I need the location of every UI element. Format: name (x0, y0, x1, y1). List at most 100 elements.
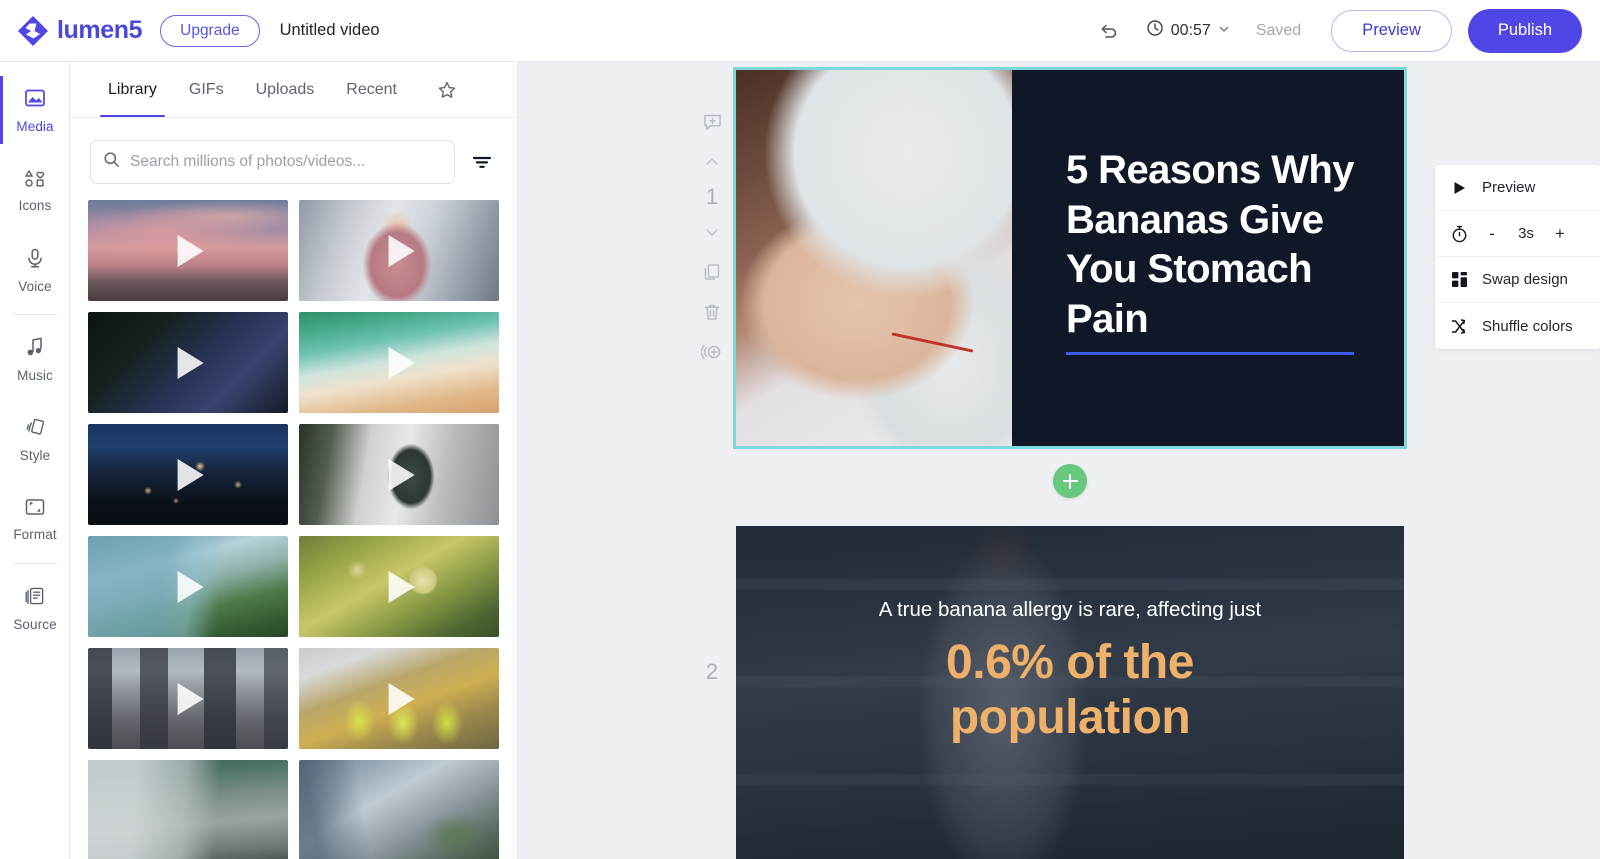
scene-number: 2 (705, 659, 719, 684)
scene-2-slide[interactable]: A true banana allergy is rare, affecting… (736, 526, 1404, 859)
add-comment-icon[interactable] (692, 102, 732, 142)
sidebar-item-voice[interactable]: Voice (0, 230, 70, 310)
preview-button[interactable]: Preview (1331, 9, 1452, 52)
duplicate-scene-button[interactable] (692, 252, 732, 292)
play-icon (177, 234, 204, 267)
clock-icon (1146, 19, 1164, 42)
left-nav-rail: Media Icons Voice Music Style Format Sou… (0, 62, 70, 859)
sidebar-item-label: Media (16, 118, 54, 134)
move-scene-up-button[interactable] (692, 142, 732, 182)
scene-1-accent-rule (1066, 352, 1354, 355)
media-thumb-turquoise-ocean-waves-sand[interactable] (299, 312, 499, 413)
shuffle-colors-button[interactable]: Shuffle colors (1435, 303, 1600, 349)
swap-design-button[interactable]: Swap design (1435, 257, 1600, 303)
shuffle-icon (1450, 318, 1469, 335)
media-thumb-aerial-city-bridge[interactable] (88, 760, 288, 859)
music-note-icon (25, 336, 45, 363)
add-audio-icon[interactable] (692, 332, 732, 372)
microphone-icon (24, 247, 46, 274)
video-title[interactable]: Untitled video (280, 21, 380, 40)
chevron-down-icon (1218, 22, 1230, 40)
undo-button[interactable] (1090, 12, 1128, 50)
aspect-ratio-icon (24, 497, 46, 522)
search-icon (103, 151, 120, 173)
sidebar-item-label: Voice (18, 278, 52, 294)
play-icon (388, 682, 415, 715)
tab-library[interactable]: Library (92, 63, 173, 117)
media-thumb-city-crossing-crowd[interactable] (88, 648, 288, 749)
sidebar-item-style[interactable]: Style (0, 399, 70, 479)
media-thumb-woman-in-pink-blazer-phone[interactable] (299, 200, 499, 301)
grid-layout-icon (1450, 271, 1469, 288)
publish-button[interactable]: Publish (1467, 8, 1582, 53)
move-scene-down-button[interactable] (692, 212, 732, 252)
play-icon (177, 458, 204, 491)
sidebar-item-format[interactable]: Format (0, 479, 70, 559)
scene-preview-label: Preview (1482, 179, 1536, 196)
sidebar-item-media[interactable]: Media (0, 70, 70, 150)
duration-value: 00:57 (1170, 21, 1211, 39)
media-thumb-aerial-downtown-towers[interactable] (299, 760, 499, 859)
scene-1-slide[interactable]: 5 Reasons Why Bananas Give You Stomach P… (733, 67, 1407, 449)
add-scene-button[interactable] (1053, 464, 1087, 498)
scene-duration-row: - 3s + (1435, 211, 1600, 257)
sidebar-item-label: Format (13, 526, 57, 542)
play-icon (177, 682, 204, 715)
duration-increase-button[interactable]: + (1550, 224, 1570, 244)
library-panel: Library GIFs Uploads Recent (70, 62, 518, 859)
play-icon (388, 458, 415, 491)
play-icon (177, 570, 204, 603)
sidebar-item-label: Source (13, 616, 57, 632)
play-triangle-icon (1450, 181, 1469, 195)
sidebar-item-label: Style (19, 447, 51, 463)
search-input[interactable] (130, 153, 442, 171)
sidebar-item-label: Icons (18, 197, 52, 213)
star-icon[interactable] (423, 63, 471, 117)
delete-scene-button[interactable] (692, 292, 732, 332)
rail-divider (12, 314, 57, 315)
shuffle-colors-label: Shuffle colors (1482, 317, 1573, 335)
media-thumb-fjord-river-green-valley[interactable] (88, 536, 288, 637)
media-thumb-yellow-flowers-closeup[interactable] (299, 536, 499, 637)
brand-name: lumen5 (57, 16, 143, 44)
sidebar-item-icons[interactable]: Icons (0, 150, 70, 230)
play-icon (177, 346, 204, 379)
header-actions: 00:57 Saved Preview Publish (1090, 8, 1582, 53)
swap-design-label: Swap design (1482, 271, 1568, 288)
search-box[interactable] (90, 140, 455, 184)
style-cards-icon (24, 416, 46, 443)
media-thumb-construction-workers-crane[interactable] (299, 648, 499, 749)
scene-2-headline[interactable]: 0.6% of the population (736, 636, 1404, 745)
scene-2-toolbar: 2 (682, 657, 742, 687)
media-thumb-man-working-at-desk[interactable] (299, 424, 499, 525)
duration-control[interactable]: 00:57 (1146, 19, 1230, 42)
scene-1-toolbar: 1 (682, 102, 742, 372)
library-tabs: Library GIFs Uploads Recent (70, 62, 517, 118)
play-icon (388, 570, 415, 603)
media-grid (70, 200, 517, 859)
tab-gifs[interactable]: GIFs (173, 63, 240, 117)
media-thumb-dark-blue-umbrella-rain[interactable] (88, 312, 288, 413)
tab-uploads[interactable]: Uploads (240, 63, 331, 117)
duration-decrease-button[interactable]: - (1482, 224, 1502, 244)
scene-options-panel: Preview - 3s + Swap design Shuffle color… (1435, 165, 1600, 349)
media-thumb-pink-sunset-over-beach[interactable] (88, 200, 288, 301)
scene-1-photo (736, 70, 1012, 446)
shapes-icon (24, 168, 46, 193)
scene-1-title[interactable]: 5 Reasons Why Bananas Give You Stomach P… (1066, 146, 1366, 344)
filter-tune-icon[interactable] (467, 147, 497, 177)
search-row (70, 118, 517, 200)
upgrade-button[interactable]: Upgrade (160, 14, 260, 47)
lumen5-diamond-logo-icon (18, 15, 48, 46)
media-thumb-city-skyline-at-night[interactable] (88, 424, 288, 525)
play-icon (388, 346, 415, 379)
scene-preview-button[interactable]: Preview (1435, 165, 1600, 211)
scene-number: 1 (705, 184, 719, 209)
sidebar-item-source[interactable]: Source (0, 568, 70, 648)
image-icon (24, 87, 46, 114)
rail-divider (12, 563, 57, 564)
brand[interactable]: lumen5 (18, 15, 143, 46)
sidebar-item-music[interactable]: Music (0, 319, 70, 399)
scene-2-subtitle[interactable]: A true banana allergy is rare, affecting… (736, 598, 1404, 622)
tab-recent[interactable]: Recent (330, 63, 413, 117)
